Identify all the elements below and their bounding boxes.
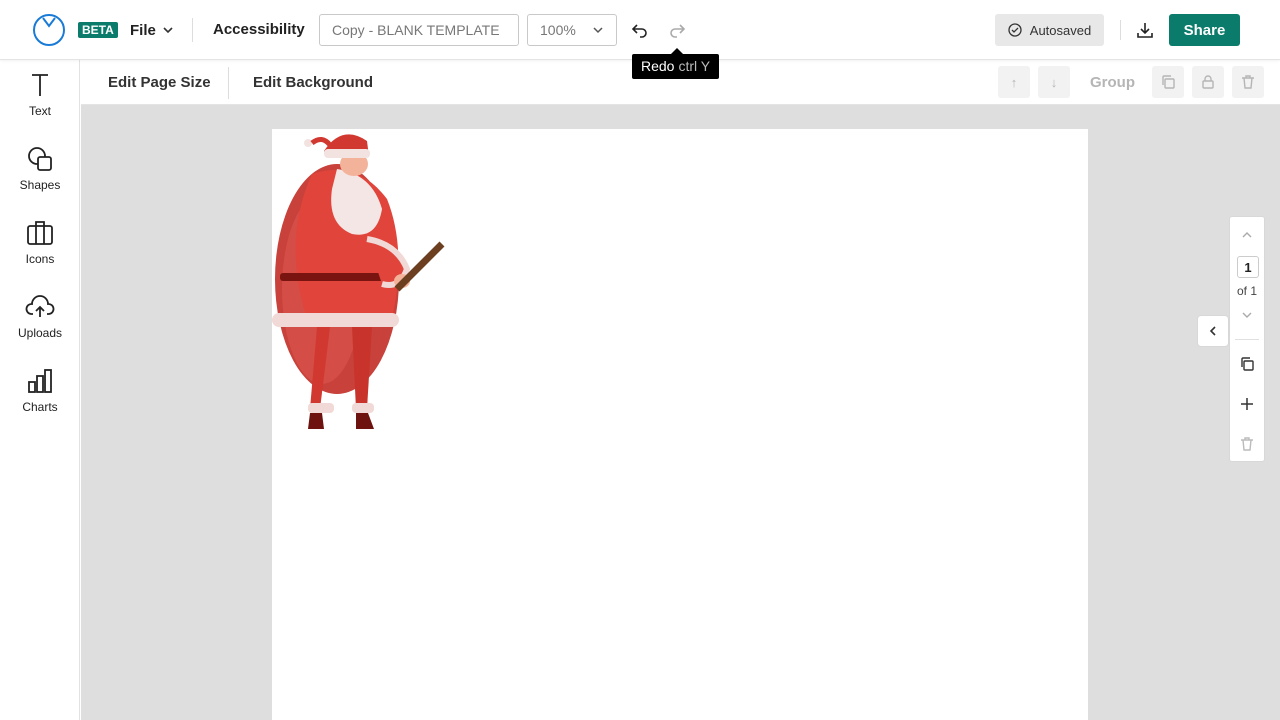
redo-tooltip: Redo ctrl Y <box>632 48 720 79</box>
santa-illustration[interactable] <box>272 129 447 429</box>
next-page-button[interactable] <box>1237 305 1257 325</box>
sidebar-item-charts[interactable]: Charts <box>0 366 80 430</box>
lock-button[interactable] <box>1192 66 1224 98</box>
sidebar-item-text[interactable]: Text <box>0 70 80 134</box>
sidebar-item-uploads[interactable]: Uploads <box>0 292 80 356</box>
app-logo-icon[interactable] <box>32 13 66 47</box>
trash-icon <box>1242 75 1254 89</box>
divider <box>228 67 229 99</box>
move-up-button[interactable]: ↑ <box>998 66 1030 98</box>
zoom-select[interactable]: 100% <box>527 14 617 46</box>
prev-page-button[interactable] <box>1237 225 1257 245</box>
sidebar-item-label: Uploads <box>17 326 63 340</box>
beta-badge: BETA <box>78 22 118 38</box>
cloud-upload-icon <box>25 295 55 317</box>
undo-icon <box>631 24 647 38</box>
zoom-value: 100% <box>540 22 576 38</box>
current-page-input[interactable]: 1 <box>1237 256 1259 278</box>
copy-icon <box>1241 357 1254 371</box>
duplicate-page-button[interactable] <box>1237 354 1257 374</box>
sidebar-item-shapes[interactable]: Shapes <box>0 144 80 208</box>
sidebar-item-label: Shapes <box>19 178 61 192</box>
sidebar-item-label: Icons <box>25 252 55 266</box>
bar-chart-icon <box>28 369 52 393</box>
share-button[interactable]: Share <box>1169 14 1240 46</box>
download-icon <box>1137 23 1153 38</box>
move-down-button[interactable]: ↓ <box>1038 66 1070 98</box>
duplicate-button[interactable] <box>1152 66 1184 98</box>
chevron-down-icon <box>593 27 603 34</box>
delete-button[interactable] <box>1232 66 1264 98</box>
sidebar-item-label: Text <box>28 104 51 118</box>
file-menu[interactable]: File <box>130 18 174 42</box>
document-title-input[interactable] <box>319 14 519 46</box>
chevron-down-icon <box>1242 312 1252 318</box>
divider <box>192 18 193 42</box>
arrow-down-icon: ↓ <box>1050 74 1058 90</box>
file-menu-label: File <box>130 21 156 39</box>
plus-icon <box>1241 398 1253 410</box>
edit-page-size-button[interactable]: Edit Page Size <box>108 74 211 91</box>
add-page-button[interactable] <box>1237 394 1257 414</box>
design-page[interactable] <box>272 129 1088 720</box>
copy-icon <box>1162 75 1175 89</box>
top-bar: BETA File Accessibility 100% Autosaved S… <box>0 0 1280 60</box>
text-icon <box>32 74 48 96</box>
page-total-label: of 1 <box>1236 284 1257 298</box>
download-button[interactable] <box>1133 18 1157 42</box>
divider <box>1120 20 1121 40</box>
left-sidebar: Text Shapes Icons Uploads Charts <box>0 60 80 720</box>
chevron-down-icon <box>163 27 173 34</box>
redo-icon <box>670 24 686 38</box>
redo-button[interactable] <box>665 18 689 42</box>
autosaved-label: Autosaved <box>1029 22 1092 38</box>
divider <box>1235 339 1259 340</box>
undo-button[interactable] <box>628 18 652 42</box>
sidebar-item-icons[interactable]: Icons <box>0 218 80 282</box>
tooltip-label: Redo <box>641 58 675 74</box>
lock-icon <box>1202 75 1214 89</box>
shapes-icon <box>28 147 52 171</box>
tooltip-shortcut: ctrl Y <box>678 58 711 74</box>
briefcase-icon <box>27 221 53 245</box>
accessibility-button[interactable]: Accessibility <box>213 21 305 38</box>
trash-icon <box>1241 437 1253 451</box>
arrow-up-icon: ↑ <box>1010 74 1018 90</box>
chevron-up-icon <box>1242 232 1252 238</box>
delete-page-button[interactable] <box>1237 434 1257 454</box>
autosaved-status: Autosaved <box>995 14 1104 46</box>
sidebar-item-label: Charts <box>22 400 58 414</box>
chevron-left-icon <box>1209 326 1216 336</box>
collapse-panel-button[interactable] <box>1197 315 1229 347</box>
edit-background-button[interactable]: Edit Background <box>253 74 373 91</box>
check-circle-icon <box>1008 23 1022 37</box>
page-navigator: 1 of 1 <box>1229 216 1265 462</box>
canvas-workspace <box>81 105 1280 720</box>
group-button[interactable]: Group <box>1090 74 1135 91</box>
